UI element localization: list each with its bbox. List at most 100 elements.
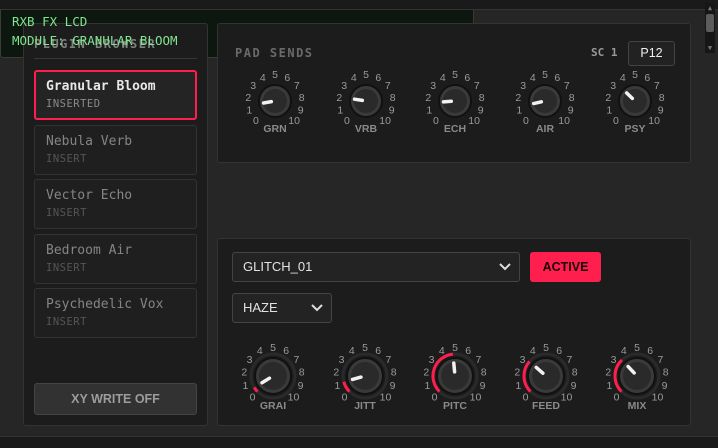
- preset-select-value: GLITCH_01: [243, 259, 313, 274]
- lcd-scrollbar[interactable]: ▲ ▼: [705, 3, 715, 53]
- knob-tick-label: 8: [481, 366, 487, 378]
- knob-tick-label: 1: [516, 104, 522, 116]
- chevron-down-icon: [499, 263, 511, 271]
- knob-tick-label: 8: [299, 92, 305, 104]
- plugin-name: Bedroom Air: [46, 243, 133, 258]
- knob-indicator: [261, 99, 274, 105]
- knob-tick-label: 2: [605, 92, 611, 104]
- knob-tick-label: 6: [554, 72, 560, 84]
- plugin-item-psychedelic-vox[interactable]: Psychedelic Vox INSERT: [34, 288, 197, 338]
- module-knob-jitt[interactable]: 0 1 2 3 4 5 6 7 8 9 10 JITT: [328, 342, 402, 414]
- knob-tick-label: 3: [341, 80, 347, 92]
- knob-graphic: 01234 5 678910: [245, 69, 305, 127]
- send-knob-psy[interactable]: 0 1 2 3 4 5 6 7 8 9 10 PSY: [598, 69, 672, 139]
- pad-select-button[interactable]: P12: [628, 41, 675, 66]
- knob-tick-label: 3: [339, 354, 345, 366]
- scroll-up-icon[interactable]: ▲: [705, 3, 715, 13]
- knob-tick-label: 7: [658, 354, 664, 366]
- knob-tick-label: 3: [250, 80, 256, 92]
- knob-tick-label: 8: [390, 92, 396, 104]
- module-knob-grai[interactable]: 0 1 2 3 4 5 6 7 8 9 10 GRAI: [236, 342, 310, 414]
- knob-tick-label: 4: [349, 345, 355, 357]
- knob-label: MIX: [627, 400, 647, 412]
- knob-tick-label: 5: [452, 342, 458, 354]
- knob-label: ECH: [443, 123, 467, 135]
- knob-tick-label: 6: [375, 72, 381, 84]
- knob-tick-label: 1: [606, 380, 612, 392]
- knob-tick-label: 4: [530, 345, 536, 357]
- module-knob-feed[interactable]: 0 1 2 3 4 5 6 7 8 9 10 FEED: [509, 342, 583, 414]
- plugin-item-vector-echo[interactable]: Vector Echo INSERT: [34, 179, 197, 229]
- plugin-status: INSERTED: [46, 98, 101, 110]
- module-panel: GLITCH_01 ACTIVE HAZE 0 1 2 3 4 5 6 7 8 9 10 GRAI …: [217, 238, 691, 426]
- send-knob-grn[interactable]: 0 1 2 3 4 5 6 7 8 9 10 GRN: [238, 69, 312, 139]
- xy-write-button[interactable]: XY WRITE OFF: [34, 383, 197, 415]
- plugin-item-bedroom-air[interactable]: Bedroom Air INSERT: [34, 234, 197, 284]
- knob-tick-label: 1: [337, 104, 343, 116]
- knob-tick-label: 7: [564, 80, 570, 92]
- knob-tick-label: 6: [647, 345, 653, 357]
- knob-tick-label: 7: [386, 354, 392, 366]
- knob-tick-label: 1: [424, 380, 430, 392]
- scroll-down-icon[interactable]: ▼: [705, 43, 715, 53]
- knob-tick-label: 8: [659, 92, 665, 104]
- knob-label: AIR: [535, 123, 555, 135]
- knob-indicator: [531, 100, 544, 106]
- lcd-line-2: MODULE: GRANULAR BLOOM: [12, 33, 178, 48]
- knob-tick-label: 2: [336, 92, 342, 104]
- knob-cap: [351, 362, 379, 390]
- knob-indicator: [350, 375, 363, 382]
- knob-graphic: 01234 5 678910: [241, 342, 304, 404]
- knob-tick-label: 8: [391, 366, 397, 378]
- knob-tick-label: 3: [610, 80, 616, 92]
- knob-tick-label: 6: [556, 345, 562, 357]
- knob-tick-label: 4: [530, 72, 536, 84]
- knob-tick-label: 2: [423, 366, 429, 378]
- scroll-thumb[interactable]: [706, 14, 714, 32]
- knob-tick-label: 6: [644, 72, 650, 84]
- knob-tick-label: 9: [298, 380, 304, 392]
- knob-indicator: [452, 361, 457, 374]
- knob-tick-label: 7: [294, 80, 300, 92]
- knob-graphic: 01234 5 678910: [333, 342, 397, 404]
- knob-tick-label: 5: [272, 69, 278, 81]
- plugin-name: Psychedelic Vox: [46, 297, 164, 312]
- active-button[interactable]: ACTIVE: [530, 252, 601, 282]
- knob-tick-label: 8: [479, 92, 485, 104]
- send-knob-vrb[interactable]: 0 1 2 3 4 5 6 7 8 9 10 VRB: [329, 69, 403, 139]
- knob-tick-label: 8: [663, 366, 669, 378]
- send-knob-air[interactable]: 0 1 2 3 4 5 6 7 8 9 10 AIR: [508, 69, 582, 139]
- knob-tick-label: 1: [242, 380, 248, 392]
- knob-tick-label: 5: [270, 342, 276, 354]
- module-knob-mix[interactable]: 0 1 2 3 4 5 6 7 8 9 10 MIX: [600, 342, 674, 414]
- bottom-bar: [0, 436, 718, 448]
- knob-tick-label: 3: [520, 80, 526, 92]
- knob-tick-label: 9: [480, 380, 486, 392]
- knob-tick-label: 5: [632, 69, 638, 81]
- plugin-item-granular-bloom[interactable]: Granular Bloom INSERTED: [34, 70, 197, 120]
- knob-tick-label: 7: [567, 354, 573, 366]
- knob-graphic: 01234 5 678910: [336, 69, 396, 127]
- knob-tick-label: 5: [542, 69, 548, 81]
- knob-tick-label: 5: [363, 69, 369, 81]
- knob-tick-label: 2: [514, 366, 520, 378]
- knob-graphic: 01234 5 678910: [425, 69, 485, 127]
- plugin-name: Vector Echo: [46, 188, 133, 203]
- knob-tick-label: 2: [605, 366, 611, 378]
- knob-tick-label: 7: [654, 80, 660, 92]
- knob-graphic: 01234 5 678910: [515, 69, 574, 127]
- top-bar: [0, 0, 718, 10]
- knob-tick-label: 1: [246, 104, 252, 116]
- knob-indicator: [352, 97, 365, 103]
- knob-tick-label: 3: [430, 80, 436, 92]
- send-knob-ech[interactable]: 0 1 2 3 4 5 6 7 8 9 10 ECH: [418, 69, 492, 139]
- lcd-line-1: RXB FX LCD: [12, 14, 88, 29]
- knob-label: GRN: [263, 123, 287, 135]
- plugin-item-nebula-verb[interactable]: Nebula Verb INSERT: [34, 125, 197, 175]
- knob-tick-label: 3: [429, 354, 435, 366]
- preset-select[interactable]: GLITCH_01: [232, 252, 520, 282]
- plugin-status: INSERT: [46, 207, 87, 219]
- knob-cap: [533, 89, 557, 113]
- mode-select[interactable]: HAZE: [232, 293, 332, 323]
- module-knob-pitc[interactable]: 0 1 2 3 4 5 6 7 8 9 10 PITC: [418, 342, 492, 414]
